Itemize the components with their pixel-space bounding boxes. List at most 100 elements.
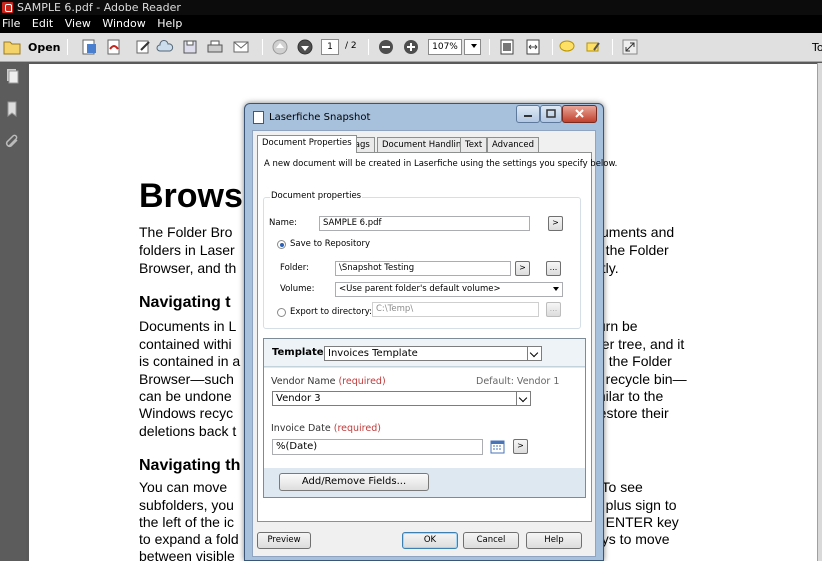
edit-document-icon[interactable] [134,38,152,56]
doc-text-line: contained withi [139,336,232,352]
doc-text-line: Browser, and th [139,260,237,276]
toolbar: Open 1 / 2 107% To [0,33,822,62]
invoice-date-token-button[interactable]: > [513,439,528,454]
vendor-name-label: Vendor Name (required) [271,376,386,387]
minimize-button[interactable] [516,105,540,123]
document-properties-panel: A new document will be created in Laserf… [257,152,617,522]
zoom-out-icon[interactable] [377,38,395,56]
doc-text-line: e plus sign to [594,497,677,513]
export-to-directory-radio[interactable] [277,308,286,317]
export-to-directory-label: Export to directory: [290,307,373,317]
document-subheading: Navigating t [139,294,231,311]
adobe-reader-icon [2,2,13,13]
menu-edit[interactable]: Edit [28,15,57,33]
document-icon [253,111,264,124]
maximize-button[interactable] [540,105,562,123]
open-button-label[interactable]: Open [28,41,61,54]
create-pdf-icon[interactable] [80,38,98,56]
cancel-button[interactable]: Cancel [463,532,519,549]
help-button[interactable]: Help [526,532,582,549]
doc-text-line: is contained in a [139,353,241,369]
doc-text-line: Browser—such [139,371,234,387]
vendor-default-hint: Default: Vendor 1 [476,376,560,387]
email-icon[interactable] [232,38,250,56]
doc-text-line: folders in Laser [139,242,235,258]
volume-select[interactable]: <Use parent folder's default volume> [335,282,563,297]
folder-browse-button[interactable]: ... [546,261,561,276]
intro-text: A new document will be created in Laserf… [264,159,618,169]
template-panel: Template: Invoices Template Vendor Name … [263,338,586,498]
save-icon[interactable] [181,38,199,56]
comment-icon[interactable] [558,38,576,56]
menu-view[interactable]: View [61,15,95,33]
export-directory-field[interactable]: C:\Temp\ [372,302,539,317]
save-to-repository-radio[interactable] [277,240,286,249]
ok-button[interactable]: OK [402,532,458,549]
preview-button[interactable]: Preview [257,532,311,549]
document-subheading: Navigating th [139,457,241,474]
highlight-icon[interactable] [584,38,602,56]
template-select[interactable]: Invoices Template [324,346,542,361]
chevron-down-icon [553,287,559,291]
zoom-in-icon[interactable] [402,38,420,56]
zoom-level-input[interactable]: 107% [428,39,462,55]
calendar-icon[interactable] [490,439,505,454]
name-field[interactable]: SAMPLE 6.pdf [319,216,530,231]
folder-field[interactable]: \Snapshot Testing [335,261,511,276]
chevron-down-icon [471,44,477,48]
print-icon[interactable] [206,38,224,56]
required-indicator: (required) [338,376,386,387]
dialog-title: Laserfiche Snapshot [269,112,371,123]
template-select-value: Invoices Template [328,348,418,359]
name-insert-token-button[interactable]: > [548,216,563,231]
folder-insert-token-button[interactable]: > [515,261,530,276]
full-screen-icon[interactable] [621,38,639,56]
dialog-titlebar[interactable]: Laserfiche Snapshot [245,104,603,130]
menu-help[interactable]: Help [153,15,186,33]
tools-button-label[interactable]: To [812,41,822,54]
doc-text-line: restore their [594,405,669,421]
bookmarks-panel-icon[interactable] [4,101,20,117]
maximize-icon [546,109,556,118]
required-indicator: (required) [333,423,381,434]
add-remove-fields-button[interactable]: Add/Remove Fields... [279,473,429,491]
doc-text-line: eys to move [594,531,670,547]
open-folder-icon[interactable] [3,38,21,56]
export-browse-button[interactable]: ... [546,302,561,317]
menu-file[interactable]: File [0,15,24,33]
tab-advanced[interactable]: Advanced [487,137,539,152]
close-button[interactable] [562,105,597,123]
fit-width-icon[interactable] [524,38,542,56]
window-titlebar: SAMPLE 6.pdf - Adobe Reader [0,0,822,15]
doc-text-line: n the Folder [594,242,669,258]
vertical-scrollbar[interactable] [817,63,822,561]
document-properties-group: Document properties Name: SAMPLE 6.pdf >… [263,191,581,329]
minimize-icon [524,115,532,117]
window-title: SAMPLE 6.pdf - Adobe Reader [17,1,181,14]
previous-page-icon[interactable] [271,38,289,56]
cloud-share-icon[interactable] [156,38,174,56]
template-header: Template: Invoices Template [264,339,585,367]
pages-panel-icon[interactable] [4,68,20,84]
doc-text-line: e recycle bin— [594,371,687,387]
invoice-date-field[interactable]: %(Date) [272,439,483,455]
menu-window[interactable]: Window [98,15,149,33]
pdf-document-icon[interactable] [105,38,123,56]
fit-page-icon[interactable] [498,38,516,56]
chevron-down-icon[interactable] [516,392,530,405]
tab-text[interactable]: Text [460,137,488,152]
zoom-dropdown[interactable] [464,39,481,55]
name-label: Name: [269,218,297,228]
group-label: Document properties [270,191,363,201]
doc-text-line: the left of the ic [139,514,234,530]
vendor-name-select[interactable]: Vendor 3 [272,391,531,406]
doc-text-line: between visible [139,548,235,561]
template-fields: Vendor Name (required) Default: Vendor 1… [264,368,585,468]
page-number-input[interactable]: 1 [321,39,339,55]
tab-document-handling[interactable]: Document Handling [377,137,472,152]
chevron-down-icon[interactable] [527,347,541,360]
tab-document-properties[interactable]: Document Properties [257,135,357,153]
attachments-panel-icon[interactable] [4,133,20,149]
next-page-icon[interactable] [296,38,314,56]
doc-text-line: You can move [139,479,228,495]
